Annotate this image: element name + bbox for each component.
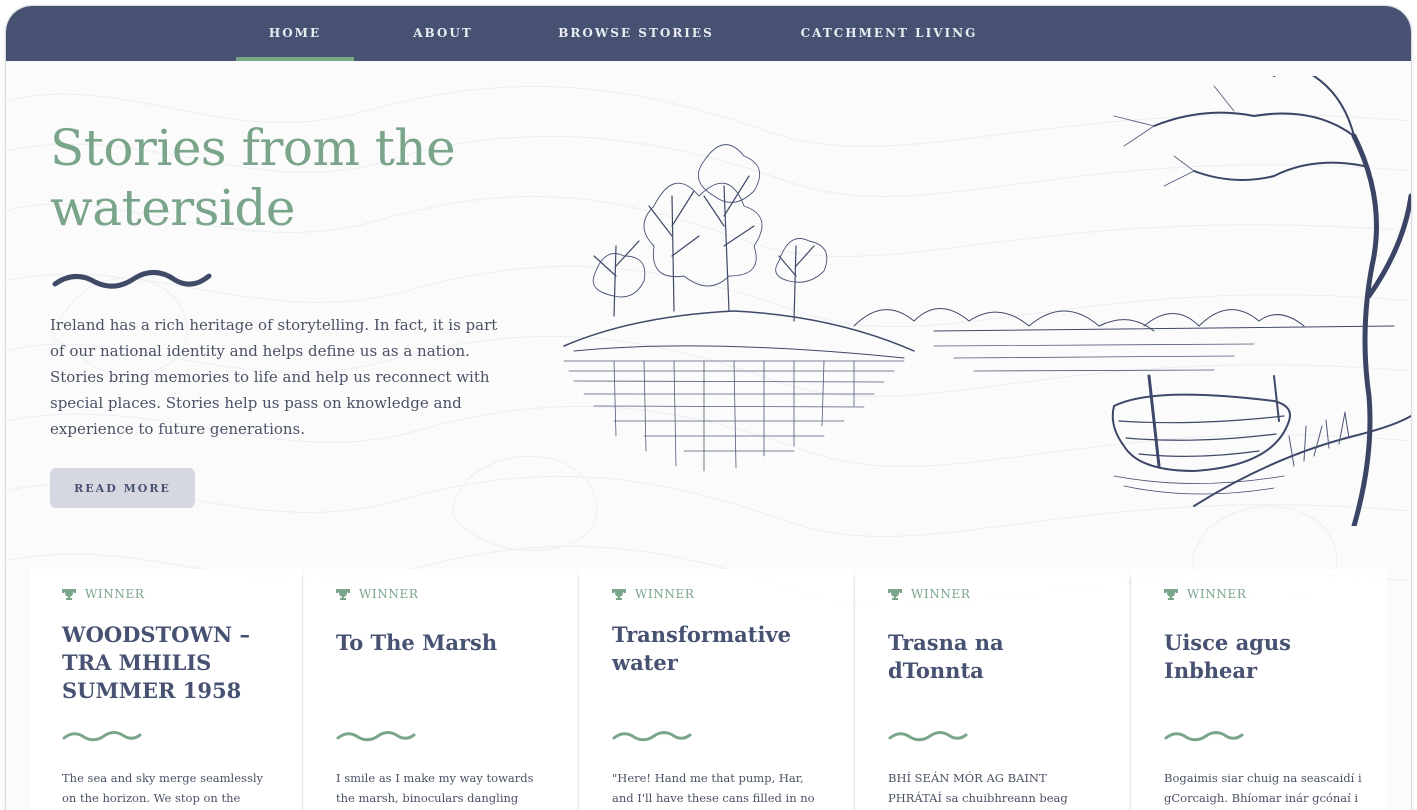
story-title-line: WOODSTOWN – <box>62 622 251 647</box>
story-title-line: SUMMER 1958 <box>62 678 242 703</box>
nav-item-browse-stories[interactable]: BROWSE STORIES <box>556 6 716 61</box>
story-excerpt: I smile as I make my way towards the mar… <box>336 768 561 808</box>
story-title[interactable]: To The Marsh <box>336 629 551 657</box>
card-divider <box>578 577 579 810</box>
story-excerpt-line: BHÍ SEÁN MÓR AG BAINT <box>888 771 1047 785</box>
story-card[interactable]: WINNER To The Marsh I smile as I make my… <box>304 569 576 810</box>
winner-label: WINNER <box>1187 587 1247 601</box>
story-card[interactable]: WINNER WOODSTOWN – TRA MHILIS SUMMER 195… <box>30 569 302 810</box>
story-excerpt-line: I smile as I make my way towards <box>336 771 534 785</box>
page-title-line-1: Stories from the <box>50 119 456 177</box>
wave-icon <box>52 270 212 289</box>
trophy-icon <box>612 588 626 600</box>
wave-icon <box>336 731 416 742</box>
winner-label: WINNER <box>359 587 419 601</box>
winner-badge: WINNER <box>612 587 694 601</box>
browser-viewport: HOME ABOUT BROWSE STORIES CATCHMENT LIVI… <box>6 6 1411 810</box>
story-title[interactable]: Transformative water <box>612 621 827 677</box>
story-title[interactable]: Uisce agus Inbhear <box>1164 629 1379 685</box>
trophy-icon <box>888 588 902 600</box>
wave-icon <box>1164 731 1244 742</box>
story-excerpt-line: Bogaimis siar chuig na seascaidí i <box>1164 771 1362 785</box>
story-title-line: Transformative <box>612 622 792 647</box>
story-excerpt-line: on the horizon. We stop on the <box>62 791 241 805</box>
intro-line: of our national identity and helps defin… <box>50 342 470 360</box>
story-card[interactable]: WINNER Trasna na dTonnta BHÍ SEÁN MÓR AG… <box>856 569 1128 810</box>
intro-text: Ireland has a rich heritage of storytell… <box>50 312 520 442</box>
main-nav: HOME ABOUT BROWSE STORIES CATCHMENT LIVI… <box>6 6 1411 61</box>
story-title[interactable]: WOODSTOWN – TRA MHILIS SUMMER 1958 <box>62 621 277 705</box>
intro-line: Stories bring memories to life and help … <box>50 368 490 386</box>
trophy-icon <box>336 588 350 600</box>
story-title-line: Trasna na dTonnta <box>888 630 1004 683</box>
wave-icon <box>612 731 692 742</box>
winner-label: WINNER <box>85 587 145 601</box>
story-cards: WINNER WOODSTOWN – TRA MHILIS SUMMER 195… <box>6 569 1411 810</box>
card-divider <box>1130 577 1131 810</box>
story-title-line: To The Marsh <box>336 630 498 655</box>
card-divider <box>854 577 855 810</box>
read-more-button[interactable]: READ MORE <box>50 468 195 508</box>
card-divider <box>302 577 303 810</box>
story-title-line: TRA MHILIS <box>62 650 212 675</box>
winner-label: WINNER <box>911 587 971 601</box>
wave-icon <box>888 731 968 742</box>
story-excerpt-line: "Here! Hand me that pump, Har, <box>612 771 804 785</box>
story-excerpt-line: gCorcaigh. Bhíomar inár gcónaí i <box>1164 791 1359 805</box>
winner-badge: WINNER <box>62 587 144 601</box>
nav-item-home[interactable]: HOME <box>236 6 354 61</box>
lake-sketch-illustration <box>563 76 1411 526</box>
intro-line: experience to future generations. <box>50 420 306 438</box>
winner-badge: WINNER <box>888 587 970 601</box>
wave-icon <box>62 731 142 742</box>
story-title-line: water <box>612 650 678 675</box>
winner-label: WINNER <box>635 587 695 601</box>
story-excerpt-line: PHRÁTAÍ sa chuibhreann beag <box>888 791 1068 805</box>
winner-badge: WINNER <box>1164 587 1246 601</box>
intro-line: special places. Stories help us pass on … <box>50 394 462 412</box>
story-excerpt-line: and I'll have these cans filled in no <box>612 791 815 805</box>
story-excerpt: BHÍ SEÁN MÓR AG BAINT PHRÁTAÍ sa chuibhr… <box>888 768 1113 808</box>
nav-item-catchment-living[interactable]: CATCHMENT LIVING <box>796 6 982 61</box>
page-title-line-2: waterside <box>50 179 295 237</box>
trophy-icon <box>62 588 76 600</box>
story-excerpt-line: The sea and sky merge seamlessly <box>62 771 264 785</box>
story-title-line: Uisce agus Inbhear <box>1164 630 1291 683</box>
winner-badge: WINNER <box>336 587 418 601</box>
story-excerpt: The sea and sky merge seamlessly on the … <box>62 768 287 808</box>
story-card[interactable]: WINNER Uisce agus Inbhear Bogaimis siar … <box>1132 569 1387 810</box>
story-card[interactable]: WINNER Transformative water "Here! Hand … <box>580 569 852 810</box>
story-excerpt: Bogaimis siar chuig na seascaidí i gCorc… <box>1164 768 1389 808</box>
story-excerpt-line: the marsh, binoculars dangling <box>336 791 519 805</box>
story-title[interactable]: Trasna na dTonnta <box>888 629 1103 685</box>
nav-item-about[interactable]: ABOUT <box>401 6 485 61</box>
intro-line: Ireland has a rich heritage of storytell… <box>50 316 498 334</box>
trophy-icon <box>1164 588 1178 600</box>
story-excerpt: "Here! Hand me that pump, Har, and I'll … <box>612 768 837 808</box>
page-title: Stories from the waterside <box>50 118 550 238</box>
